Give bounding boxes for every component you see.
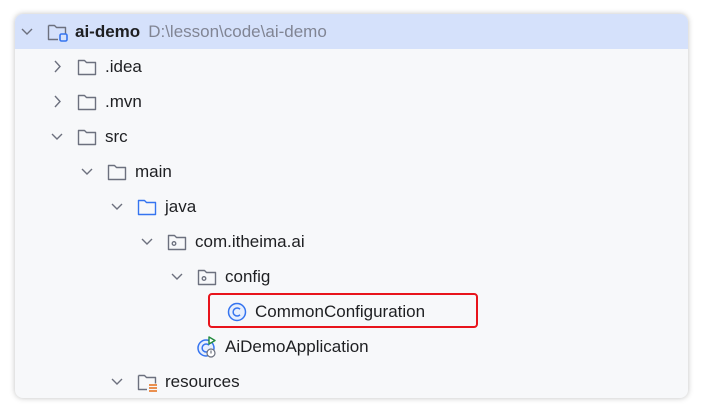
- tree-item[interactable]: com.itheima.ai: [15, 224, 688, 259]
- tree-item[interactable]: config: [15, 259, 688, 294]
- tree-item-label: src: [105, 119, 128, 154]
- tree-item[interactable]: src: [15, 119, 688, 154]
- tree-item-label: main: [135, 154, 172, 189]
- tree-item-label: com.itheima.ai: [195, 224, 305, 259]
- highlight-box: [208, 293, 478, 328]
- tree-item-name: AiDemoApplication: [225, 337, 369, 356]
- tree-item-label: ai-demo D:\lesson\code\ai-demo: [75, 14, 327, 49]
- project-path: D:\lesson\code\ai-demo: [148, 22, 327, 41]
- tree-item-name: main: [135, 162, 172, 181]
- tree-item[interactable]: main: [15, 154, 688, 189]
- tree-item-name: .mvn: [105, 92, 142, 111]
- folder-icon: [76, 91, 98, 113]
- chevron-right-icon[interactable]: [50, 84, 64, 119]
- tree-item-label: resources: [165, 364, 240, 398]
- source-folder-icon: [136, 196, 158, 218]
- tree-item-label: AiDemoApplication: [225, 329, 369, 364]
- chevron-down-icon[interactable]: [50, 119, 64, 154]
- chevron-down-icon[interactable]: [110, 364, 124, 398]
- chevron-down-icon[interactable]: [140, 224, 154, 259]
- tree-item[interactable]: ai-demo D:\lesson\code\ai-demo: [15, 14, 688, 49]
- chevron-down-icon[interactable]: [80, 154, 94, 189]
- tree-item-name: java: [165, 197, 197, 216]
- resources-folder-icon: [136, 371, 158, 393]
- chevron-down-icon[interactable]: [20, 14, 34, 49]
- tree-item-label: .idea: [105, 49, 142, 84]
- tree-item-name: config: [225, 267, 271, 286]
- chevron-down-icon[interactable]: [170, 259, 184, 294]
- folder-icon: [106, 161, 128, 183]
- tree-item-label: java: [165, 189, 196, 224]
- tree-item-name: com.itheima.ai: [195, 232, 305, 251]
- tree-item-name: resources: [165, 372, 240, 391]
- tree-item[interactable]: java: [15, 189, 688, 224]
- package-icon: [196, 266, 218, 288]
- tree-item[interactable]: resources: [15, 364, 688, 398]
- folder-icon: [76, 56, 98, 78]
- module-folder-icon: [46, 21, 68, 43]
- tree-item[interactable]: .idea: [15, 49, 688, 84]
- package-icon: [166, 231, 188, 253]
- folder-icon: [76, 126, 98, 148]
- tree-item-label: config: [225, 259, 270, 294]
- chevron-down-icon[interactable]: [110, 189, 124, 224]
- spring-boot-app-icon: [196, 336, 218, 358]
- tree-item-name: src: [105, 127, 128, 146]
- tree-item[interactable]: AiDemoApplication: [15, 329, 688, 364]
- chevron-right-icon[interactable]: [50, 49, 64, 84]
- project-tree-panel: resources AiDemoApplication CommonConfigur…: [15, 14, 688, 398]
- tree-item[interactable]: .mvn: [15, 84, 688, 119]
- tree-item-name: ai-demo: [75, 22, 141, 41]
- tree-item-label: .mvn: [105, 84, 142, 119]
- tree-item-name: .idea: [105, 57, 142, 76]
